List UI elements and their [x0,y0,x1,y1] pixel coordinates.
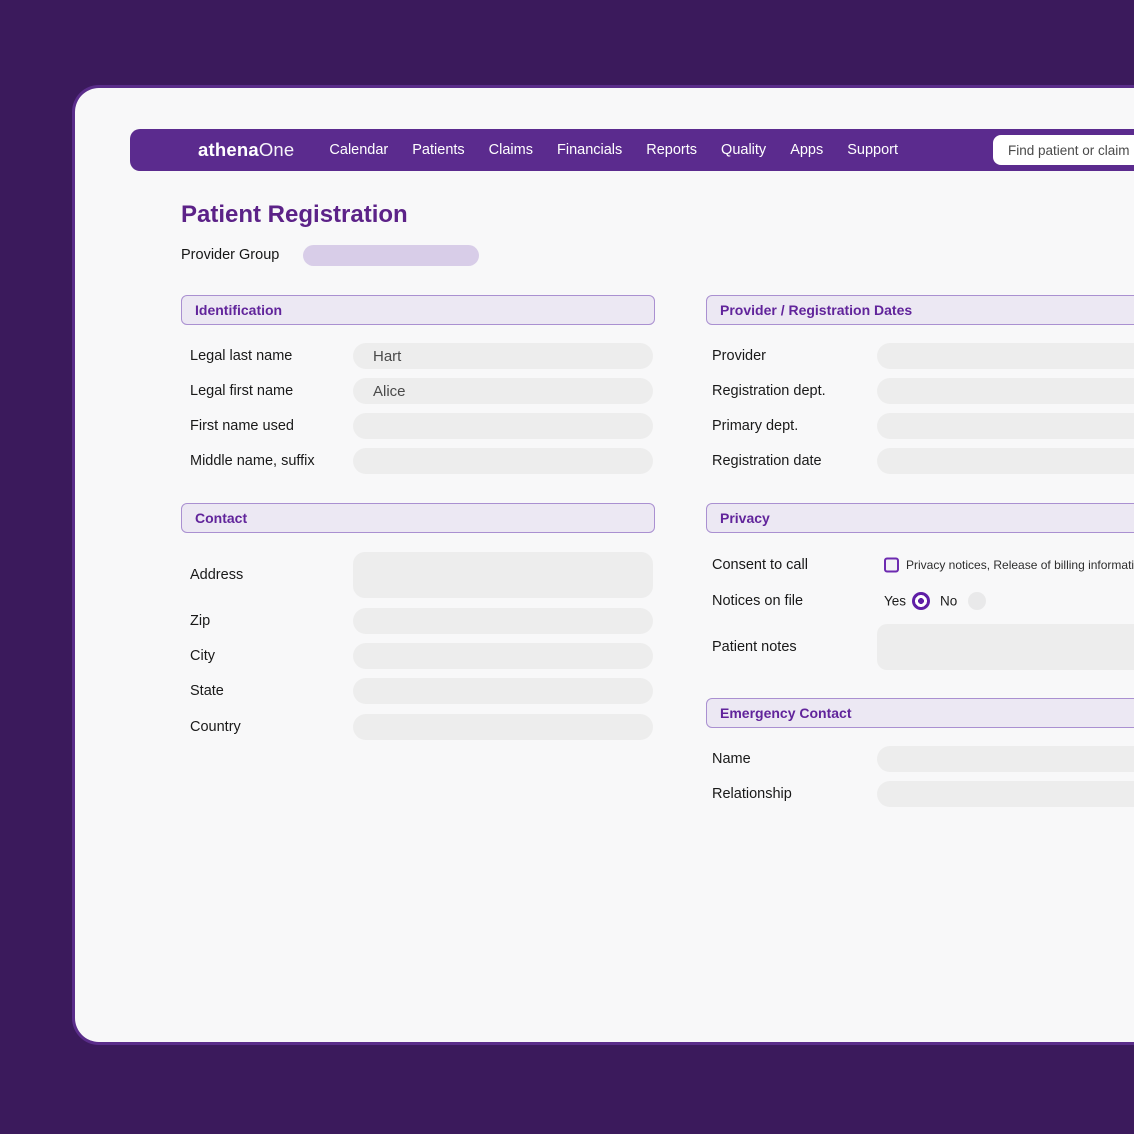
notices-no-radio[interactable] [968,592,986,610]
first-name-used-field[interactable] [353,413,653,439]
address-field[interactable] [353,552,653,598]
country-label: Country [190,719,241,735]
athenaone-logo[interactable]: athenaOne [198,139,294,161]
primary-dept-field[interactable] [877,413,1134,439]
main-card: athenaOne Calendar Patients Claims Finan… [75,88,1134,1042]
emergency-relationship-label: Relationship [712,786,792,802]
nav-item-patients[interactable]: Patients [412,142,464,158]
top-navbar: athenaOne Calendar Patients Claims Finan… [130,129,1134,171]
state-label: State [190,683,224,699]
nav-item-calendar[interactable]: Calendar [329,142,388,158]
provider-group-field[interactable] [303,245,479,266]
form-row: Registration dept. [706,378,1134,404]
registration-date-label: Registration date [712,453,822,469]
field-value: Hart [373,347,402,365]
section-emergency-contact: Emergency Contact Name Relationship [706,698,1134,828]
patient-notes-field[interactable] [877,624,1134,670]
address-label: Address [190,567,244,583]
nav-menu: Calendar Patients Claims Financials Repo… [329,142,898,158]
emergency-name-label: Name [712,751,751,767]
nav-item-claims[interactable]: Claims [489,142,533,158]
form-row: Relationship [706,781,1134,807]
section-provider-dates: Provider / Registration Dates Provider R… [706,295,1134,495]
form-row: State [181,678,655,704]
provider-label: Provider [712,348,766,364]
consent-description: Privacy notices, Release of billing info… [906,558,1134,572]
section-header-emergency-contact: Emergency Contact [706,698,1134,728]
emergency-relationship-field[interactable] [877,781,1134,807]
section-privacy: Privacy Consent to call Privacy notices,… [706,503,1134,683]
consent-checkbox[interactable] [884,557,899,573]
section-header-contact: Contact [181,503,655,533]
no-label: No [940,593,958,609]
brand-bold: athena [198,139,259,160]
form-row: Country [181,714,655,740]
form-row: Zip [181,608,655,634]
zip-field[interactable] [353,608,653,634]
field-value: Alice [373,382,406,400]
form-row: First name used [181,413,655,439]
form-row: Middle name, suffix [181,448,655,474]
nav-item-apps[interactable]: Apps [790,142,823,158]
form-row: Primary dept. [706,413,1134,439]
brand-light: One [258,139,295,160]
middle-name-suffix-field[interactable] [353,448,653,474]
section-contact: Contact Address Zip City State Country [181,503,655,763]
registration-date-field[interactable] [877,448,1134,474]
section-header-identification: Identification [181,295,655,325]
city-label: City [190,648,215,664]
zip-label: Zip [190,613,211,629]
section-identification: Identification Legal last name Hart Lega… [181,295,655,495]
nav-item-support[interactable]: Support [847,142,898,158]
primary-dept-label: Primary dept. [712,418,799,434]
form-row: Name [706,746,1134,772]
nav-item-financials[interactable]: Financials [557,142,622,158]
registration-dept-field[interactable] [877,378,1134,404]
country-field[interactable] [353,714,653,740]
page-title: Patient Registration [181,201,408,228]
legal-first-name-label: Legal first name [190,383,294,399]
yes-label: Yes [884,593,907,609]
form-row: Registration date [706,448,1134,474]
consent-to-call-label: Consent to call [712,557,808,573]
legal-last-name-field[interactable]: Hart [353,343,653,369]
nav-item-quality[interactable]: Quality [721,142,766,158]
section-header-provider-dates: Provider / Registration Dates [706,295,1134,325]
first-name-used-label: First name used [190,418,294,434]
registration-dept-label: Registration dept. [712,383,826,399]
nav-item-reports[interactable]: Reports [646,142,697,158]
form-row: Consent to call Privacy notices, Release… [706,552,1134,578]
form-row: City [181,643,655,669]
notices-yes-radio[interactable] [912,592,930,610]
legal-first-name-field[interactable]: Alice [353,378,653,404]
provider-group-label: Provider Group [181,247,280,263]
form-row: Provider [706,343,1134,369]
section-header-privacy: Privacy [706,503,1134,533]
patient-notes-label: Patient notes [712,639,797,655]
middle-name-suffix-label: Middle name, suffix [190,453,315,469]
provider-field[interactable] [877,343,1134,369]
city-field[interactable] [353,643,653,669]
form-row: Legal first name Alice [181,378,655,404]
emergency-name-field[interactable] [877,746,1134,772]
legal-last-name-label: Legal last name [190,348,293,364]
search-input[interactable] [993,135,1134,165]
state-field[interactable] [353,678,653,704]
notices-on-file-label: Notices on file [712,593,804,609]
form-row: Legal last name Hart [181,343,655,369]
form-row: Notices on file Yes No [706,588,1134,614]
